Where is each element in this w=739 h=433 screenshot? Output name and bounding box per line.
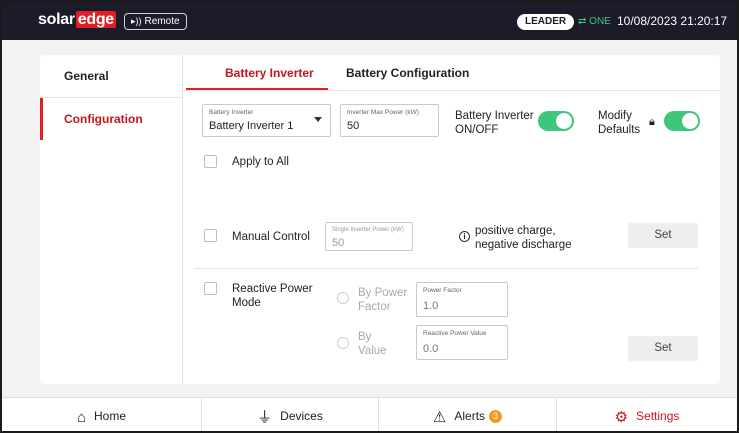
remote-icon: ▸)) bbox=[131, 16, 142, 26]
reactive-power-checkbox[interactable] bbox=[204, 282, 217, 295]
home-icon: ⌂ bbox=[76, 409, 87, 426]
reactive-value-label: Reactive Power Value bbox=[423, 330, 487, 337]
toggle-knob bbox=[682, 113, 698, 129]
by-power-factor-radio[interactable] bbox=[337, 292, 349, 304]
logo-edge-text: edge bbox=[75, 11, 116, 28]
max-power-value: 50 bbox=[347, 120, 360, 132]
modify-defaults-toggle[interactable] bbox=[664, 111, 700, 131]
nav-alerts-label: Alerts bbox=[454, 409, 486, 423]
logo-text: solar bbox=[38, 11, 75, 28]
alerts-count-badge: 3 bbox=[489, 410, 503, 423]
inverter-select[interactable]: Battery Inverter Battery Inverter 1 bbox=[202, 104, 331, 137]
modify-label-line1: Modify bbox=[598, 110, 632, 122]
nav-devices-label: Devices bbox=[280, 409, 323, 423]
app-frame: solar edge ▸)) Remote LEADER ⇄ ONE 10/08/2… bbox=[0, 0, 739, 433]
remote-label: Remote bbox=[144, 16, 180, 27]
sidebar-item-general[interactable]: General bbox=[40, 55, 182, 97]
lock-icon: 🔒︎ bbox=[649, 116, 655, 128]
set-button-manual[interactable]: Set bbox=[628, 223, 698, 248]
solaredge-logo: solar edge bbox=[38, 11, 116, 29]
connection-label: ONE bbox=[589, 16, 611, 27]
reactive-label-line1: Reactive Power bbox=[232, 283, 313, 295]
warning-icon: ⚠ bbox=[432, 409, 447, 426]
leader-badge: LEADER bbox=[517, 14, 575, 30]
by-pf-line2: Factor bbox=[358, 301, 391, 313]
power-factor-value: 1.0 bbox=[423, 300, 439, 312]
toggle-knob bbox=[556, 113, 572, 129]
swap-arrows-icon: ⇄ bbox=[578, 16, 587, 27]
by-value-line1: By bbox=[358, 331, 372, 343]
reactive-value-value: 0.0 bbox=[423, 343, 439, 355]
single-power-label: Single Inverter Power (kW) bbox=[332, 227, 404, 233]
by-value-label: By Value bbox=[358, 330, 387, 358]
info-icon: i bbox=[459, 231, 470, 242]
manual-control-checkbox[interactable] bbox=[204, 229, 217, 242]
reactive-value-field[interactable]: Reactive Power Value 0.0 bbox=[416, 325, 508, 360]
single-power-value: 50 bbox=[332, 237, 345, 249]
top-bar: solar edge ▸)) Remote LEADER ⇄ ONE 10/08/2… bbox=[2, 2, 737, 40]
nav-devices[interactable]: ⏚ Devices bbox=[202, 398, 378, 431]
modify-label-line2: Defaults bbox=[598, 124, 641, 136]
tab-battery-inverter[interactable]: Battery Inverter bbox=[225, 66, 314, 80]
info-line1: positive charge, bbox=[475, 225, 556, 237]
section-divider bbox=[194, 268, 698, 269]
settings-card: General Configuration Battery Inverter B… bbox=[40, 55, 720, 384]
gear-icon: ⚙ bbox=[614, 409, 629, 426]
tab-divider bbox=[183, 90, 720, 91]
nav-settings[interactable]: ⚙ Settings bbox=[557, 398, 737, 431]
sidebar-item-label: Configuration bbox=[64, 112, 143, 126]
by-value-line2: Value bbox=[358, 345, 387, 357]
max-power-field[interactable]: Inverter Max Power (kW) 50 bbox=[340, 104, 439, 137]
active-tab-underline bbox=[186, 88, 328, 90]
info-line2: negative discharge bbox=[475, 239, 572, 251]
nav-home-label: Home bbox=[94, 409, 127, 423]
inverter-select-label: Battery Inverter bbox=[209, 109, 254, 116]
manual-control-label: Manual Control bbox=[232, 231, 310, 243]
by-pf-line1: By Power bbox=[358, 287, 408, 299]
apply-all-label: Apply to All bbox=[232, 156, 289, 168]
plug-icon: ⏚ bbox=[257, 409, 273, 426]
remote-button[interactable]: ▸)) Remote bbox=[124, 13, 187, 30]
apply-all-checkbox[interactable] bbox=[204, 155, 217, 168]
reactive-power-label: Reactive Power Mode bbox=[232, 282, 313, 310]
sidebar-border bbox=[182, 55, 183, 384]
power-factor-field[interactable]: Power Factor 1.0 bbox=[416, 282, 508, 317]
active-indicator bbox=[40, 98, 43, 140]
connection-status: ⇄ ONE bbox=[578, 14, 611, 30]
set-button-reactive[interactable]: Set bbox=[628, 336, 698, 361]
bottom-nav: ⌂ Home ⏚ Devices ⚠ Alerts 3 ⚙ Settings bbox=[2, 397, 737, 431]
onoff-label-line1: Battery Inverter bbox=[455, 110, 534, 122]
inverter-select-value: Battery Inverter 1 bbox=[209, 120, 294, 132]
sidebar-item-configuration[interactable]: Configuration bbox=[40, 98, 182, 140]
tab-battery-configuration[interactable]: Battery Configuration bbox=[346, 66, 469, 80]
reactive-label-line2: Mode bbox=[232, 297, 261, 309]
nav-settings-label: Settings bbox=[636, 409, 680, 423]
by-value-radio[interactable] bbox=[337, 337, 349, 349]
single-power-field[interactable]: Single Inverter Power (kW) 50 bbox=[325, 222, 413, 251]
by-power-factor-label: By Power Factor bbox=[358, 286, 407, 314]
info-text: positive charge, negative discharge bbox=[475, 224, 572, 252]
nav-home[interactable]: ⌂ Home bbox=[2, 398, 201, 431]
onoff-label-line2: ON/OFF bbox=[455, 124, 499, 136]
nav-alerts[interactable]: ⚠ Alerts 3 bbox=[379, 398, 556, 431]
sidebar-item-label: General bbox=[64, 69, 109, 83]
modify-defaults-label: Modify Defaults bbox=[598, 109, 640, 137]
datetime: 10/08/2023 21:20:17 bbox=[617, 14, 728, 28]
power-factor-label: Power Factor bbox=[423, 287, 462, 294]
inverter-onoff-label: Battery Inverter ON/OFF bbox=[455, 109, 534, 137]
max-power-label: Inverter Max Power (kW) bbox=[347, 109, 419, 116]
inverter-onoff-toggle[interactable] bbox=[538, 111, 574, 131]
chevron-down-icon bbox=[314, 117, 322, 122]
